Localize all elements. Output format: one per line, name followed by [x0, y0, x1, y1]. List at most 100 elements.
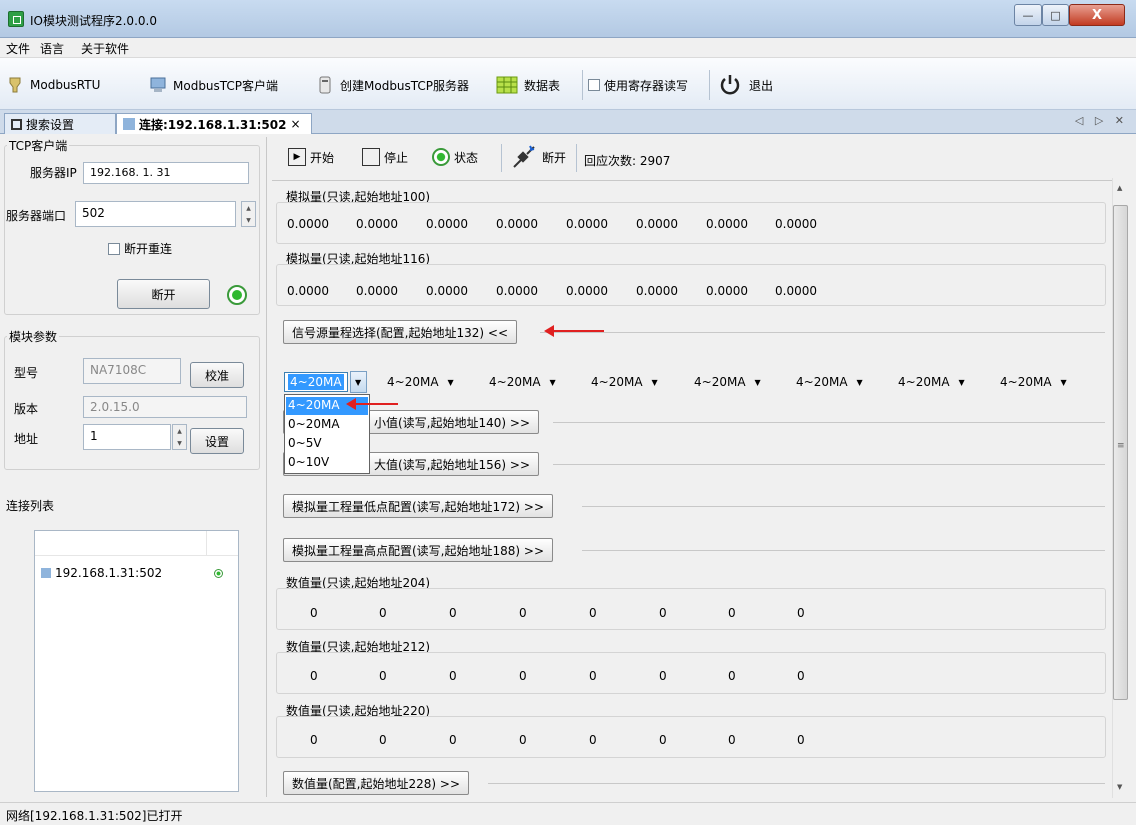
- status-led-icon: [432, 148, 450, 166]
- response-count: 回应次数: 2907: [584, 154, 671, 168]
- digital220-value: 0: [519, 733, 527, 747]
- tab-bar: 搜索设置 连接:192.168.1.31:502 × ◁ ▷ ✕: [0, 110, 1136, 134]
- dropdown-option[interactable]: 0~5V: [286, 435, 368, 453]
- low-point-config-button[interactable]: 模拟量工程量低点配置(读写,起始地址172) >>: [283, 494, 554, 518]
- modbus-tcp-client-label: ModbusTCP客户端: [173, 78, 279, 93]
- minimize-button[interactable]: —: [1014, 4, 1042, 26]
- disconnect-plug-button[interactable]: 断开: [510, 142, 566, 172]
- analog116-value: 0.0000: [636, 284, 678, 298]
- digital212-value: 0: [589, 669, 597, 683]
- range-select[interactable]: 4~20MA ▼: [691, 370, 761, 394]
- digital-config-button[interactable]: 数值量(配置,起始地址228) >>: [283, 771, 470, 795]
- range-select[interactable]: 4~20MA ▼: [486, 370, 556, 394]
- chevron-down-icon: ▼: [1060, 377, 1067, 387]
- range-select[interactable]: 4~20MA ▼: [284, 370, 367, 394]
- reconnect-check[interactable]: [108, 242, 120, 255]
- modbus-rtu-button[interactable]: ModbusRTU: [6, 74, 100, 96]
- reconnect-checkbox[interactable]: 断开重连: [108, 240, 172, 257]
- range-select[interactable]: 4~20MA ▼: [384, 370, 454, 394]
- range-select[interactable]: 4~20MA ▼: [793, 370, 863, 394]
- close-button[interactable]: X: [1069, 4, 1125, 26]
- status-label: 状态: [454, 150, 479, 165]
- connection-list-title: 连接列表: [6, 499, 55, 513]
- scroll-down-icon[interactable]: ▼: [1117, 783, 1122, 791]
- analog116-group: [276, 264, 1106, 306]
- tab-connection[interactable]: 连接:192.168.1.31:502 ×: [116, 113, 312, 134]
- stop-button[interactable]: 停止: [362, 146, 408, 168]
- chevron-down-icon: ▼: [754, 377, 761, 387]
- create-server-label: 创建ModbusTCP服务器: [340, 78, 470, 93]
- menu-bar: 文件 语言 关于软件: [0, 38, 1136, 58]
- menu-file[interactable]: 文件: [6, 40, 30, 57]
- digital220-value: 0: [797, 733, 805, 747]
- section-divider: [582, 550, 1105, 551]
- scrollbar-thumb[interactable]: ≡: [1113, 205, 1128, 700]
- signal-range-button[interactable]: 信号源量程选择(配置,起始地址132) <<: [283, 320, 518, 344]
- toolbar-separator: [582, 70, 583, 100]
- analog100-value: 0.0000: [287, 217, 329, 231]
- maximize-button[interactable]: □: [1042, 4, 1069, 26]
- range-select[interactable]: 4~20MA ▼: [895, 370, 965, 394]
- app-icon: [8, 11, 24, 27]
- connection-list: 192.168.1.31:502: [34, 530, 239, 792]
- high-point-config-button[interactable]: 模拟量工程量高点配置(读写,起始地址188) >>: [283, 538, 554, 562]
- server-port-field[interactable]: 502: [75, 201, 236, 227]
- create-server-button[interactable]: 创建ModbusTCP服务器: [316, 74, 469, 96]
- disconnect-button[interactable]: 断开: [117, 279, 210, 309]
- red-arrow-annotation: [544, 325, 604, 337]
- server-ip-field[interactable]: 192.168. 1. 31: [83, 162, 249, 184]
- use-register-checkbox[interactable]: 使用寄存器读写: [588, 74, 688, 96]
- play-icon: ▶: [288, 148, 306, 166]
- stepper-up-icon: ▲: [177, 427, 182, 435]
- computer-icon: [41, 568, 51, 578]
- analog116-value: 0.0000: [287, 284, 329, 298]
- menu-about[interactable]: 关于软件: [81, 40, 129, 57]
- analog116-value: 0.0000: [356, 284, 398, 298]
- set-address-button[interactable]: 设置: [190, 428, 244, 454]
- digital220-value: 0: [589, 733, 597, 747]
- data-table-button[interactable]: 数据表: [496, 74, 560, 96]
- chevron-down-icon: ▼: [958, 377, 965, 387]
- digital204-value: 0: [379, 606, 387, 620]
- run-bar-separator: [501, 144, 502, 172]
- status-bar: 网络[192.168.1.31:502]已打开: [0, 802, 1136, 825]
- scroll-up-icon[interactable]: ▲: [1117, 184, 1122, 192]
- address-field[interactable]: 1: [83, 424, 171, 450]
- chevron-down-icon: ▼: [651, 377, 658, 387]
- computer-icon: [123, 118, 135, 130]
- panel-splitter[interactable]: [266, 137, 267, 797]
- start-label: 开始: [310, 150, 335, 165]
- tab-nav-icons[interactable]: ◁ ▷ ✕: [1075, 114, 1128, 127]
- analog100-value: 0.0000: [566, 217, 608, 231]
- analog100-value: 0.0000: [775, 217, 817, 231]
- range-select-value: 4~20MA: [284, 372, 348, 392]
- address-stepper[interactable]: ▲ ▼: [172, 424, 187, 450]
- range-select[interactable]: 4~20MA ▼: [997, 370, 1067, 394]
- tab-close-icon[interactable]: ×: [290, 117, 300, 131]
- modbus-rtu-label: ModbusRTU: [30, 78, 101, 92]
- dropdown-option[interactable]: 0~20MA: [286, 416, 368, 434]
- grip-icon: ≡: [1117, 441, 1125, 451]
- digital220-value: 0: [728, 733, 736, 747]
- digital204-value: 0: [519, 606, 527, 620]
- calibrate-button[interactable]: 校准: [190, 362, 244, 388]
- model-label: 型号: [14, 366, 39, 380]
- stepper-down-icon: ▼: [177, 439, 182, 447]
- chevron-down-icon: ▼: [856, 377, 863, 387]
- section-divider: [553, 422, 1105, 423]
- exit-button[interactable]: 退出: [717, 70, 773, 100]
- connection-status-led: [227, 285, 247, 305]
- range-select[interactable]: 4~20MA ▼: [588, 370, 658, 394]
- chevron-down-icon[interactable]: ▼: [349, 371, 367, 393]
- server-port-label: 服务器端口: [6, 209, 67, 223]
- start-button[interactable]: ▶ 开始: [288, 146, 334, 168]
- port-stepper[interactable]: ▲ ▼: [241, 201, 256, 227]
- dropdown-option[interactable]: 0~10V: [286, 454, 368, 472]
- digital212-value: 0: [659, 669, 667, 683]
- use-register-check[interactable]: [588, 79, 600, 91]
- tab-search-settings[interactable]: 搜索设置: [4, 113, 116, 134]
- list-item[interactable]: 192.168.1.31:502: [41, 566, 231, 580]
- menu-language[interactable]: 语言: [40, 40, 64, 57]
- modbus-tcp-client-button[interactable]: ModbusTCP客户端: [149, 74, 278, 96]
- section-divider: [540, 332, 1105, 333]
